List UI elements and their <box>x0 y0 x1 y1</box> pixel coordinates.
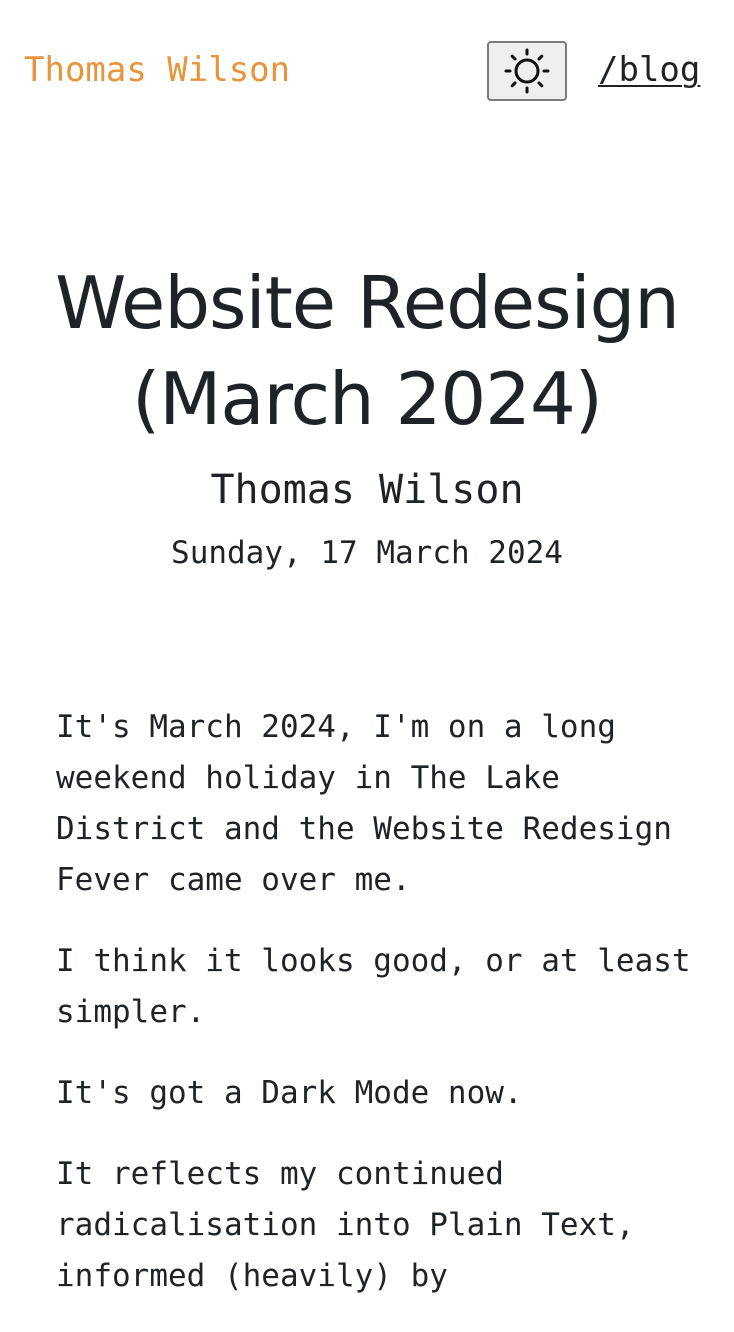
site-header: Thomas Wilson /blog <box>0 0 734 140</box>
post-date: Sunday, 17 March 2024 <box>171 535 563 571</box>
nav-blog-link[interactable]: /blog <box>598 50 700 90</box>
site-name-link[interactable]: Thomas Wilson <box>24 50 290 90</box>
post-paragraph: It's got a Dark Mode now. <box>56 1075 523 1111</box>
post-body: It's March 2024, I'm on a long weekend h… <box>56 702 696 1332</box>
post-paragraph: It reflects my continued radicalisation … <box>56 1156 635 1294</box>
post-paragraph: It's March 2024, I'm on a long weekend h… <box>56 709 672 898</box>
sun-icon <box>503 47 551 95</box>
theme-toggle-button[interactable] <box>487 41 567 101</box>
post-header: Website Redesign (March 2024) Thomas Wil… <box>0 255 734 573</box>
post-title: Website Redesign (March 2024) <box>55 261 680 441</box>
main-nav: /blog <box>598 40 710 100</box>
post-author: Thomas Wilson <box>210 467 524 513</box>
post-paragraph: I think it looks good, or at least simpl… <box>56 943 691 1030</box>
